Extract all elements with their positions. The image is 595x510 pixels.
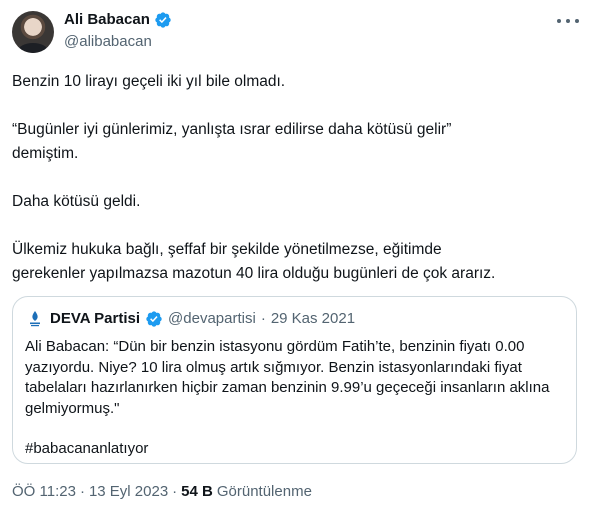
- separator-dot: ·: [172, 483, 178, 500]
- tweet-header: Ali Babacan @alibabacan: [12, 8, 583, 53]
- views-count: 54 B: [181, 483, 213, 500]
- verified-badge-icon: [146, 311, 162, 327]
- quoted-tweet-text: Ali Babacan: “Dün bir benzin istasyonu g…: [25, 337, 563, 460]
- tweet-meta: ÖÖ 11:23 · 13 Eyl 2023 · 54 B Görüntülen…: [12, 482, 312, 502]
- tweet-time[interactable]: ÖÖ 11:23: [12, 482, 76, 502]
- quoted-hashtag: #babacananlatıyor: [25, 440, 149, 457]
- quoted-author-handle[interactable]: @devapartisi: [168, 309, 256, 329]
- tweet-paragraph: Ülkemiz hukuka bağlı, şeffaf bir şekilde…: [12, 241, 496, 282]
- separator-dot: ·: [79, 483, 85, 500]
- tweet-paragraph: Daha kötüsü geldi.: [12, 193, 141, 210]
- avatar[interactable]: [12, 11, 54, 53]
- more-icon[interactable]: [557, 14, 579, 28]
- author-display-name[interactable]: Ali Babacan: [64, 10, 150, 30]
- tweet-date[interactable]: 13 Eyl 2023: [89, 482, 168, 502]
- tweet-paragraph: “Bugünler iyi günlerimiz, yanlışta ısrar…: [12, 121, 452, 162]
- quoted-tweet-header: DEVA Partisi @devapartisi · 29 Kas 2021: [25, 309, 355, 329]
- quoted-author-name[interactable]: DEVA Partisi: [50, 309, 140, 329]
- verified-badge-icon: [155, 12, 171, 28]
- views-label: Görüntülenme: [216, 483, 312, 500]
- quoted-tweet-date[interactable]: 29 Kas 2021: [271, 309, 355, 329]
- author-handle[interactable]: @alibabacan: [64, 32, 152, 52]
- separator-dot: ·: [260, 310, 266, 327]
- tweet-paragraph: Benzin 10 lirayı geçeli iki yıl bile olm…: [12, 73, 286, 90]
- author-name-row: Ali Babacan: [64, 10, 172, 30]
- quoted-paragraph: Ali Babacan: “Dün bir benzin istasyonu g…: [25, 338, 550, 417]
- quoted-tweet[interactable]: DEVA Partisi @devapartisi · 29 Kas 2021 …: [12, 296, 577, 464]
- deva-logo-icon: [25, 309, 45, 329]
- tweet: Ali Babacan @alibabacan Benzin 10 lirayı…: [0, 0, 595, 510]
- tweet-text: Benzin 10 lirayı geçeli iki yıl bile olm…: [12, 70, 572, 286]
